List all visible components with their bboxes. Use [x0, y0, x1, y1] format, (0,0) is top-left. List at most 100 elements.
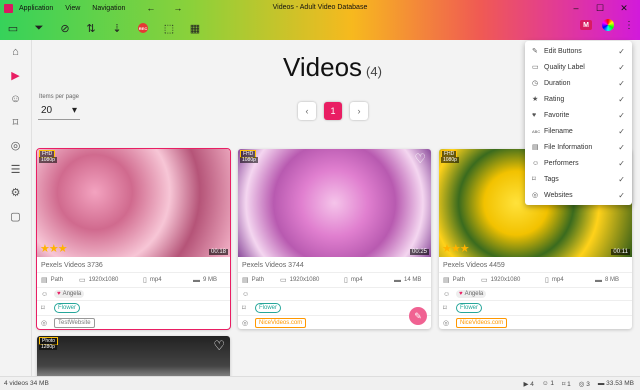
menu-item-rating[interactable]: ★ Rating ✓: [525, 91, 632, 107]
edit-pencil-button[interactable]: ✎: [409, 307, 427, 325]
path-icon: ▤: [443, 277, 450, 284]
favorite-heart-icon[interactable]: ♡: [414, 151, 426, 167]
color-wheel-icon[interactable]: [602, 19, 614, 31]
video-card[interactable]: FHD 1080p ★★★ 00:18 Pexels Videos 3736 ▤…: [36, 148, 231, 330]
menu-item-file-information[interactable]: ▤ File Information ✓: [525, 139, 632, 155]
file-info-row: ▤ Path ▭ 1920x1080 ▯ mp4 ▬ 9 MB: [37, 273, 230, 288]
select-icon[interactable]: ⬚: [156, 16, 182, 40]
check-icon: ✓: [618, 78, 625, 88]
add-video-icon[interactable]: ▭: [0, 16, 26, 40]
person-icon: ☺: [532, 159, 540, 167]
menu-item-filename[interactable]: ABC Filename ✓: [525, 123, 632, 139]
items-per-page-select[interactable]: 20 ▾: [38, 102, 80, 120]
video-card[interactable]: FHD 1080p ♡ 00:25 Pexels Videos 3744 ▤ Pa…: [238, 149, 431, 329]
page-1-button[interactable]: 1: [324, 102, 342, 120]
rating-stars[interactable]: ★★★: [442, 242, 470, 255]
minimize-button[interactable]: –: [564, 1, 588, 15]
title-bar: Application View Navigation ← → Videos -…: [0, 0, 640, 16]
video-thumbnail[interactable]: FHD 1080p ♡ 00:25: [238, 149, 431, 257]
path-link[interactable]: Path: [453, 277, 465, 283]
duration-label: 00:25: [409, 249, 429, 255]
status-bar: 4 videos 34 MB ▶ 4 ☺ 1 ⌑ 1 ◎ 3 ▬ 33.53 M…: [0, 376, 640, 390]
website-chip[interactable]: TestWebsite: [54, 318, 95, 328]
menu-application[interactable]: Application: [19, 5, 53, 12]
size-text: 9 MB: [203, 277, 218, 283]
menu-item-duration[interactable]: ◷ Duration ✓: [525, 75, 632, 91]
grid-icon[interactable]: ▦: [182, 16, 208, 40]
filter-icon[interactable]: ⏷: [26, 16, 52, 40]
filter-off-icon[interactable]: ⊘: [52, 16, 78, 40]
menu-navigation[interactable]: Navigation: [92, 5, 125, 12]
toolbar: ▭ ⏷ ⊘ ⇅ ⇣ REC ⬚ ▦ M ⋮: [0, 16, 640, 40]
sort-icon[interactable]: ⇅: [78, 16, 104, 40]
hdd-icon: ▬: [595, 276, 602, 284]
performer-chip[interactable]: ♥ Angela: [456, 290, 487, 298]
forward-arrow-icon[interactable]: →: [173, 3, 182, 13]
tag-chip[interactable]: Flower: [54, 303, 81, 313]
heart-icon: ♥: [459, 291, 463, 297]
status-size: ▬ 33.53 MB: [597, 379, 634, 387]
maximize-button[interactable]: ☐: [588, 1, 612, 15]
close-button[interactable]: ✕: [612, 1, 636, 15]
status-performers: ☺ 1: [541, 379, 554, 387]
websites-row: ◎ NiceVideos.com: [238, 316, 431, 329]
video-card[interactable]: Photo 1280p ♡: [37, 336, 230, 376]
tags-row: ⌑ Flower: [439, 301, 632, 316]
download-icon[interactable]: ⇣: [104, 16, 130, 40]
file-icon: ▯: [344, 277, 348, 284]
tag-chip[interactable]: Flower: [456, 303, 483, 313]
abc-icon: ABC: [532, 128, 541, 134]
menu-item-tags[interactable]: ⌑ Tags ✓: [525, 171, 632, 187]
path-icon: ▤: [41, 277, 48, 284]
home-icon[interactable]: ⌂: [0, 40, 31, 64]
menu-view[interactable]: View: [65, 5, 80, 12]
next-page-button[interactable]: ›: [350, 102, 368, 120]
status-tags: ⌑ 1: [561, 380, 571, 388]
check-icon: ✓: [618, 62, 625, 72]
check-icon: ✓: [618, 94, 625, 104]
m-badge-icon[interactable]: M: [580, 20, 592, 30]
star-icon: ★: [532, 96, 539, 103]
menu-item-edit-buttons[interactable]: ✎ Edit Buttons ✓: [525, 43, 632, 59]
tags-row: ⌑ Flower: [238, 301, 431, 316]
menu-item-quality-label[interactable]: ▭ Quality Label ✓: [525, 59, 632, 75]
path-link[interactable]: Path: [252, 277, 264, 283]
performers-icon[interactable]: ☺: [0, 87, 31, 111]
check-icon: ✓: [618, 46, 625, 56]
check-icon: ✓: [618, 110, 625, 120]
back-arrow-icon[interactable]: ←: [146, 3, 155, 13]
path-link[interactable]: Path: [51, 277, 63, 283]
websites-icon[interactable]: ◎: [0, 134, 31, 158]
menu-item-favorite[interactable]: ♥ Favorite ✓: [525, 107, 632, 123]
path-icon: ▤: [242, 277, 249, 284]
video-thumbnail[interactable]: FHD 1080p ★★★ 00:18: [37, 149, 230, 257]
website-chip[interactable]: NiceVideos.com: [255, 318, 307, 328]
settings-icon[interactable]: ⚙: [0, 181, 31, 205]
hd-icon: ▭: [532, 64, 539, 71]
more-vert-icon[interactable]: ⋮: [624, 20, 634, 31]
menu-item-performers[interactable]: ☺ Performers ✓: [525, 155, 632, 171]
monitor-icon: ▭: [481, 277, 488, 284]
performers-row: ☺ ♥ Angela: [37, 288, 230, 301]
rec-icon: REC: [138, 23, 148, 33]
favorite-heart-icon[interactable]: ♡: [213, 338, 225, 354]
size-text: 8 MB: [605, 277, 620, 283]
menu-item-websites[interactable]: ◎ Websites ✓: [525, 187, 632, 203]
video-name: Pexels Videos 4459: [439, 257, 632, 273]
heart-icon: ♥: [532, 111, 537, 119]
record-button[interactable]: REC: [130, 16, 156, 40]
resolution-badge: 1080p: [441, 157, 459, 163]
tags-icon[interactable]: ⌑: [0, 111, 31, 135]
status-websites: ◎ 3: [578, 380, 590, 388]
folder-icon[interactable]: ▢: [0, 205, 31, 229]
rating-stars[interactable]: ★★★: [40, 242, 68, 255]
list-icon[interactable]: ☰: [0, 158, 31, 182]
items-per-page-label: Items per page: [39, 94, 80, 100]
prev-page-button[interactable]: ‹: [298, 102, 316, 120]
tag-chip[interactable]: Flower: [255, 303, 282, 313]
videos-icon[interactable]: ▶: [0, 64, 31, 88]
website-chip[interactable]: NiceVideos.com: [456, 318, 508, 328]
video-thumbnail[interactable]: Photo 1280p ♡: [37, 336, 230, 376]
hdd-icon: ▬: [193, 276, 200, 284]
performer-chip[interactable]: ♥ Angela: [54, 290, 85, 298]
